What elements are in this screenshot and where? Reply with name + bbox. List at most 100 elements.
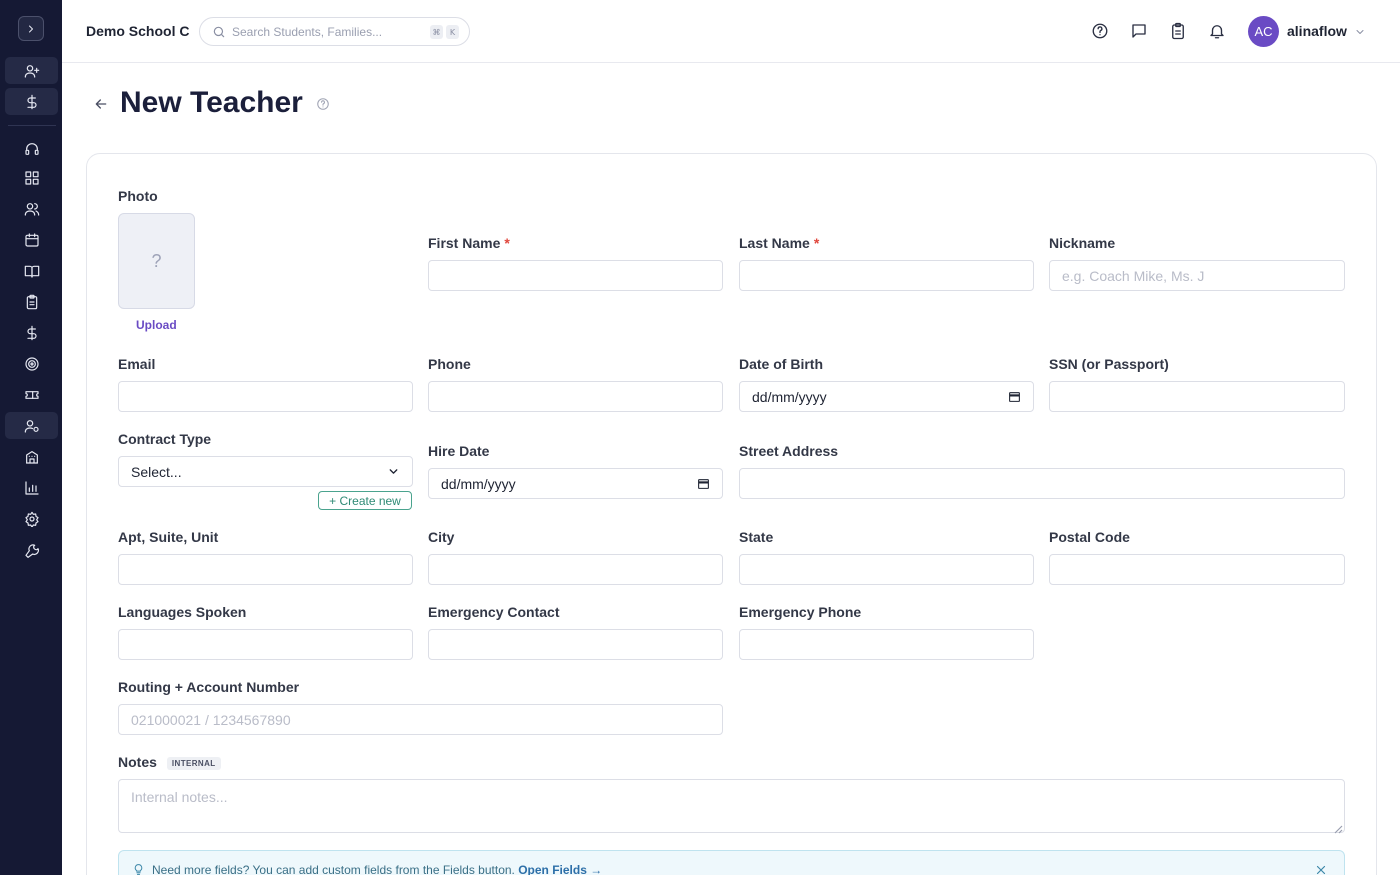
sidebar-item-attendance[interactable] bbox=[5, 288, 58, 315]
back-arrow-icon[interactable] bbox=[93, 96, 109, 112]
clipboard-icon bbox=[26, 294, 37, 309]
email-label: Email bbox=[118, 356, 156, 372]
user-gear-icon bbox=[24, 419, 39, 433]
hire-date-value: dd/mm/yyyy bbox=[441, 475, 516, 492]
upload-photo-link[interactable]: Upload bbox=[136, 318, 177, 332]
sidebar-item-events[interactable] bbox=[5, 381, 58, 408]
sidebar-item-calendar[interactable] bbox=[5, 226, 58, 253]
search-input[interactable] bbox=[232, 23, 422, 41]
city-label: City bbox=[428, 529, 455, 545]
contract-type-value: Select... bbox=[131, 463, 182, 480]
help-circle-icon[interactable] bbox=[316, 97, 330, 111]
last-name-label: Last Name * bbox=[739, 235, 820, 251]
street-address-field[interactable] bbox=[739, 468, 1345, 499]
phone-field[interactable] bbox=[428, 381, 723, 412]
sidebar-item-dashboard[interactable] bbox=[5, 164, 58, 191]
headset-icon bbox=[24, 142, 39, 155]
user-avatar[interactable]: AC bbox=[1248, 16, 1279, 47]
search-icon bbox=[212, 25, 226, 39]
city-field[interactable] bbox=[428, 554, 723, 585]
target-icon bbox=[24, 356, 39, 371]
calendar-icon[interactable] bbox=[1008, 390, 1021, 403]
help-button[interactable] bbox=[1090, 21, 1110, 41]
date-of-birth-label: Date of Birth bbox=[739, 356, 823, 372]
calendar-icon bbox=[24, 232, 39, 247]
languages-label: Languages Spoken bbox=[118, 604, 247, 620]
chevron-down-icon[interactable] bbox=[1354, 25, 1366, 37]
book-icon bbox=[24, 265, 39, 278]
shortcut-mod-key: ⌘ bbox=[430, 25, 443, 39]
tip-message: Need more fields? You can add custom fie… bbox=[152, 863, 603, 875]
sidebar-item-goals[interactable] bbox=[5, 350, 58, 377]
page-title: New Teacher bbox=[120, 86, 303, 119]
messages-button[interactable] bbox=[1129, 21, 1149, 41]
apt-label: Apt, Suite, Unit bbox=[118, 529, 219, 545]
sidebar-item-students[interactable] bbox=[5, 195, 58, 222]
postal-code-field[interactable] bbox=[1049, 554, 1345, 585]
grid-icon bbox=[24, 170, 39, 185]
sidebar-item-reports[interactable] bbox=[5, 474, 58, 501]
contract-type-select[interactable]: Select... bbox=[118, 456, 413, 487]
wrench-icon bbox=[24, 543, 39, 558]
notifications-button[interactable] bbox=[1207, 21, 1227, 41]
building-icon bbox=[25, 450, 38, 464]
sidebar-item-staff[interactable] bbox=[5, 412, 58, 439]
emergency-phone-field[interactable] bbox=[739, 629, 1034, 660]
hire-date-label: Hire Date bbox=[428, 443, 490, 459]
open-fields-link[interactable]: Open Fields → bbox=[518, 863, 602, 875]
help-circle-icon bbox=[1092, 23, 1108, 39]
sidebar-item-billing[interactable] bbox=[5, 88, 58, 115]
dollar-icon bbox=[26, 325, 37, 340]
hire-date-field[interactable]: dd/mm/yyyy bbox=[428, 468, 723, 499]
email-field[interactable] bbox=[118, 381, 413, 412]
languages-field[interactable] bbox=[118, 629, 413, 660]
user-name[interactable]: alinaflow bbox=[1287, 23, 1347, 39]
emergency-contact-field[interactable] bbox=[428, 629, 723, 660]
ticket-icon bbox=[24, 390, 39, 399]
top-bar: Demo School C ⌘ K AC alinaflow bbox=[62, 0, 1400, 63]
user-plus-icon bbox=[24, 64, 39, 78]
state-label: State bbox=[739, 529, 774, 545]
message-icon bbox=[1132, 24, 1146, 38]
sidebar-toggle-button[interactable] bbox=[18, 16, 44, 41]
postal-code-label: Postal Code bbox=[1049, 529, 1130, 545]
emergency-phone-label: Emergency Phone bbox=[739, 604, 862, 620]
apt-field[interactable] bbox=[118, 554, 413, 585]
internal-badge: INTERNAL bbox=[166, 756, 221, 770]
notes-label: Notes INTERNAL bbox=[118, 754, 221, 770]
state-field[interactable] bbox=[739, 554, 1034, 585]
clipboard-icon bbox=[1172, 22, 1184, 40]
first-name-label: First Name * bbox=[428, 235, 510, 251]
bell-icon bbox=[1210, 25, 1224, 39]
global-search[interactable]: ⌘ K bbox=[199, 17, 470, 46]
first-name-field[interactable] bbox=[428, 260, 723, 291]
sidebar-item-classes[interactable] bbox=[5, 257, 58, 284]
close-icon[interactable] bbox=[1314, 863, 1328, 875]
sidebar-item-admissions[interactable] bbox=[5, 57, 58, 84]
routing-label: Routing + Account Number bbox=[118, 679, 300, 695]
resize-handle-icon[interactable] bbox=[1333, 821, 1343, 834]
school-name[interactable]: Demo School C bbox=[86, 23, 189, 39]
create-new-contract-button[interactable]: + Create new bbox=[318, 491, 412, 510]
lightbulb-icon bbox=[132, 863, 145, 875]
tasks-button[interactable] bbox=[1168, 21, 1188, 41]
sidebar-item-tools[interactable] bbox=[5, 536, 58, 563]
sidebar-item-facilities[interactable] bbox=[5, 443, 58, 470]
nickname-field[interactable] bbox=[1049, 260, 1345, 291]
sidebar-item-payments[interactable] bbox=[5, 319, 58, 346]
required-marker: * bbox=[504, 235, 510, 251]
ssn-field[interactable] bbox=[1049, 381, 1345, 412]
routing-field[interactable] bbox=[118, 704, 723, 735]
date-of-birth-field[interactable]: dd/mm/yyyy bbox=[739, 381, 1034, 412]
last-name-field[interactable] bbox=[739, 260, 1034, 291]
users-icon bbox=[24, 202, 39, 216]
chevron-right-icon bbox=[29, 25, 33, 32]
bar-chart-icon bbox=[24, 480, 39, 495]
dollar-icon bbox=[26, 94, 37, 109]
photo-placeholder[interactable]: ? bbox=[118, 213, 195, 309]
notes-field[interactable] bbox=[118, 779, 1345, 833]
emergency-contact-label: Emergency Contact bbox=[428, 604, 560, 620]
sidebar-item-support[interactable] bbox=[5, 135, 58, 162]
sidebar-item-settings[interactable] bbox=[5, 505, 58, 532]
calendar-icon[interactable] bbox=[697, 477, 710, 490]
